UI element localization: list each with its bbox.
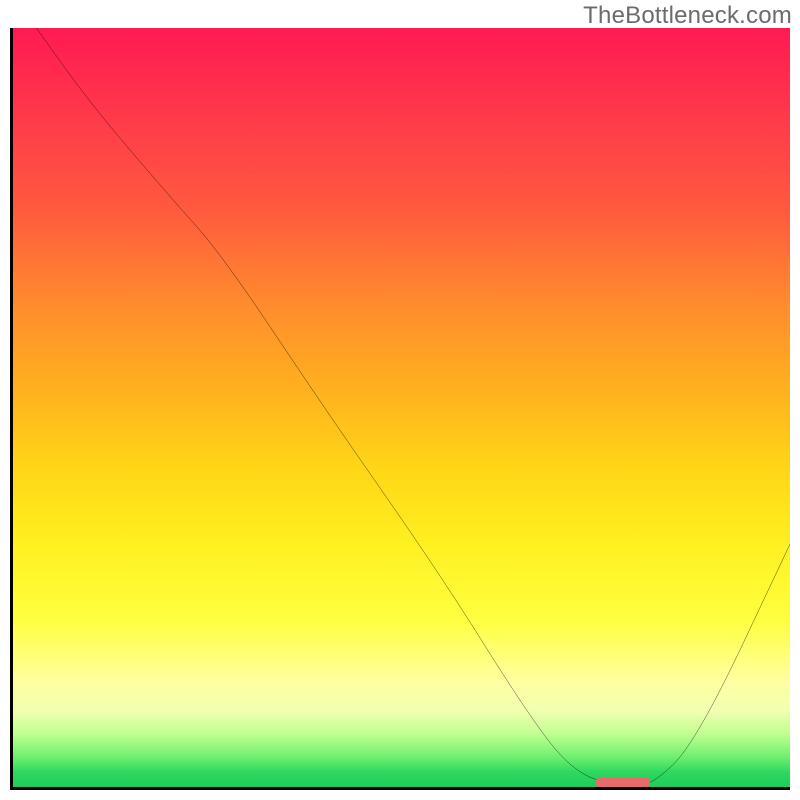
optimal-marker <box>13 28 790 787</box>
chart-container: TheBottleneck.com <box>0 0 800 800</box>
plot-area <box>10 28 790 790</box>
attribution-watermark: TheBottleneck.com <box>583 2 792 30</box>
